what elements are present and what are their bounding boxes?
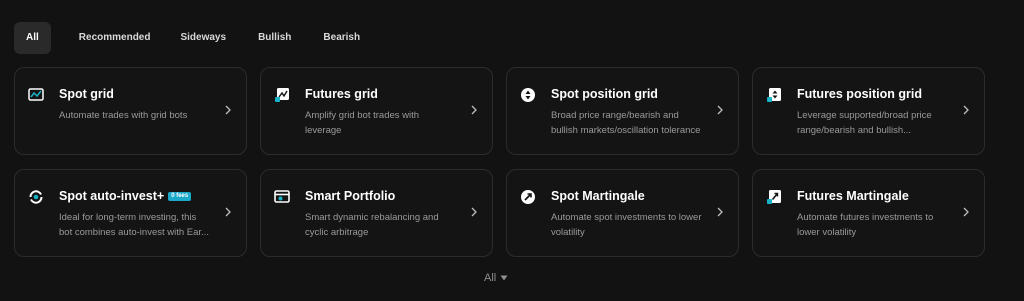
card-smart-portfolio[interactable]: Smart Portfolio Smart dynamic rebalancin…	[260, 169, 493, 257]
card-description: Automate spot investments to lower volat…	[551, 212, 702, 238]
martingale-icon	[520, 189, 536, 205]
tab-recommended[interactable]: Recommended	[65, 22, 165, 54]
chevron-right-icon	[471, 207, 477, 217]
card-spot-position-grid[interactable]: Spot position grid Broad price range/bea…	[506, 67, 739, 155]
card-description: Leverage supported/broad price range/bea…	[797, 110, 932, 136]
card-title: Futures Martingale	[797, 189, 909, 203]
card-description: Automate trades with grid bots	[59, 110, 188, 121]
show-all-dropdown[interactable]: All	[484, 272, 508, 284]
card-title: Smart Portfolio	[305, 189, 396, 203]
card-description: Amplify grid bot trades with leverage	[305, 110, 420, 136]
tab-sideways[interactable]: Sideways	[164, 22, 242, 54]
card-description: Ideal for long-term investing, this bot …	[59, 212, 209, 238]
portfolio-icon	[274, 189, 290, 205]
caret-down-icon	[500, 275, 508, 281]
card-spot-auto-invest[interactable]: Spot auto-invest+ 0 fees Ideal for long-…	[14, 169, 247, 257]
chevron-right-icon	[963, 207, 969, 217]
position-grid-icon	[520, 87, 536, 103]
card-description: Broad price range/bearish and bullish ma…	[551, 110, 701, 136]
tab-all[interactable]: All	[14, 22, 51, 54]
card-title: Futures grid	[305, 87, 378, 101]
chevron-right-icon	[717, 207, 723, 217]
show-all-label: All	[484, 272, 497, 284]
futures-position-icon	[766, 87, 782, 103]
chevron-right-icon	[963, 105, 969, 115]
card-description: Smart dynamic rebalancing and cyclic arb…	[305, 212, 439, 238]
chevron-right-icon	[471, 105, 477, 115]
zero-fees-badge: 0 fees	[168, 192, 192, 201]
card-title: Spot auto-invest+	[59, 189, 165, 203]
chevron-right-icon	[225, 105, 231, 115]
tab-bullish[interactable]: Bullish	[242, 22, 307, 54]
card-spot-grid[interactable]: Spot grid Automate trades with grid bots	[14, 67, 247, 155]
card-description: Automate futures investments to lower vo…	[797, 212, 934, 238]
futures-martingale-icon	[766, 189, 782, 205]
auto-invest-icon	[28, 189, 44, 205]
chevron-right-icon	[225, 207, 231, 217]
card-title: Spot grid	[59, 87, 114, 101]
card-title: Spot Martingale	[551, 189, 645, 203]
grid-chart-icon	[28, 87, 44, 103]
bot-card-grid: Spot grid Automate trades with grid bots…	[14, 67, 985, 257]
card-futures-martingale[interactable]: Futures Martingale Automate futures inve…	[752, 169, 985, 257]
tab-bearish[interactable]: Bearish	[307, 22, 376, 54]
chevron-right-icon	[717, 105, 723, 115]
card-futures-position-grid[interactable]: Futures position grid Leverage supported…	[752, 67, 985, 155]
card-title: Futures position grid	[797, 87, 922, 101]
filter-tabs: All Recommended Sideways Bullish Bearish	[14, 22, 376, 54]
card-spot-martingale[interactable]: Spot Martingale Automate spot investment…	[506, 169, 739, 257]
card-futures-grid[interactable]: Futures grid Amplify grid bot trades wit…	[260, 67, 493, 155]
futures-grid-icon	[274, 87, 290, 103]
card-title: Spot position grid	[551, 87, 658, 101]
